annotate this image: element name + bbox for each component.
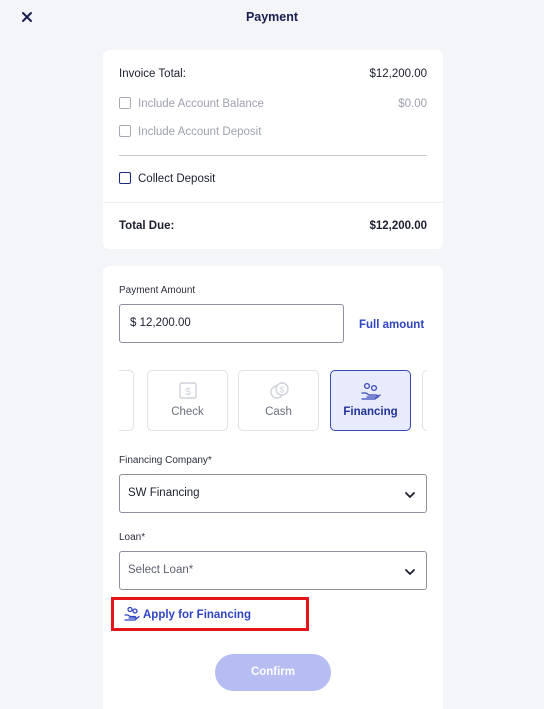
financing-company-value: SW Financing	[128, 487, 200, 499]
payment-amount-label: Payment Amount	[119, 285, 196, 296]
apply-for-financing-label: Apply for Financing	[143, 609, 251, 621]
page-title: Payment	[245, 10, 299, 24]
payment-method-carousel[interactable]: $ Check $ Cash Financing	[119, 370, 427, 432]
include-deposit-checkbox[interactable]	[119, 125, 131, 137]
svg-text:$: $	[280, 386, 285, 395]
divider	[103, 202, 443, 203]
financing-company-select[interactable]: SW Financing	[119, 474, 427, 513]
financing-company-label: Financing Company*	[119, 455, 212, 466]
collect-deposit-checkbox[interactable]	[119, 172, 131, 184]
confirm-button[interactable]: Confirm	[215, 654, 331, 691]
full-amount-button[interactable]: Full amount	[359, 319, 424, 331]
highlight-box: Apply for Financing	[111, 597, 309, 631]
financing-icon	[331, 382, 410, 400]
cash-icon: $	[239, 382, 318, 400]
loan-placeholder: Select Loan*	[128, 564, 194, 576]
payment-method-check[interactable]: $ Check	[147, 370, 228, 431]
payment-method-card[interactable]	[119, 370, 134, 431]
check-icon: $	[148, 382, 227, 400]
total-due-label: Total Due:	[119, 220, 175, 232]
payment-method-label: Financing	[343, 406, 398, 418]
top-bar: Payment	[0, 0, 544, 36]
include-balance-value: $0.00	[398, 98, 427, 110]
payment-method-cash[interactable]: $ Cash	[238, 370, 319, 431]
collect-deposit-label: Collect Deposit	[138, 173, 216, 185]
invoice-summary-card: Invoice Total: $12,200.00 Include Accoun…	[103, 50, 443, 249]
include-balance-checkbox[interactable]	[119, 97, 131, 109]
payment-card: Payment Amount $ 12,200.00 Full amount $…	[103, 266, 443, 709]
include-deposit-label: Include Account Deposit	[138, 126, 262, 138]
invoice-total-value: $12,200.00	[369, 68, 427, 80]
payment-method-financing[interactable]: Financing	[330, 370, 411, 431]
svg-text:$: $	[185, 387, 191, 398]
include-balance-label: Include Account Balance	[138, 98, 264, 110]
loan-label: Loan*	[119, 532, 146, 543]
chevron-down-icon	[405, 569, 415, 575]
divider	[119, 155, 427, 156]
payment-method-card[interactable]	[422, 370, 427, 431]
total-due-value: $12,200.00	[369, 220, 427, 232]
payment-amount-input[interactable]: $ 12,200.00	[119, 304, 344, 343]
financing-icon	[124, 607, 140, 621]
chevron-down-icon	[405, 492, 415, 498]
payment-method-label: Cash	[265, 406, 292, 418]
loan-select[interactable]: Select Loan*	[119, 551, 427, 590]
apply-for-financing-link[interactable]: Apply for Financing	[124, 607, 251, 621]
payment-method-label: Check	[171, 406, 204, 418]
invoice-total-label: Invoice Total:	[119, 68, 186, 80]
